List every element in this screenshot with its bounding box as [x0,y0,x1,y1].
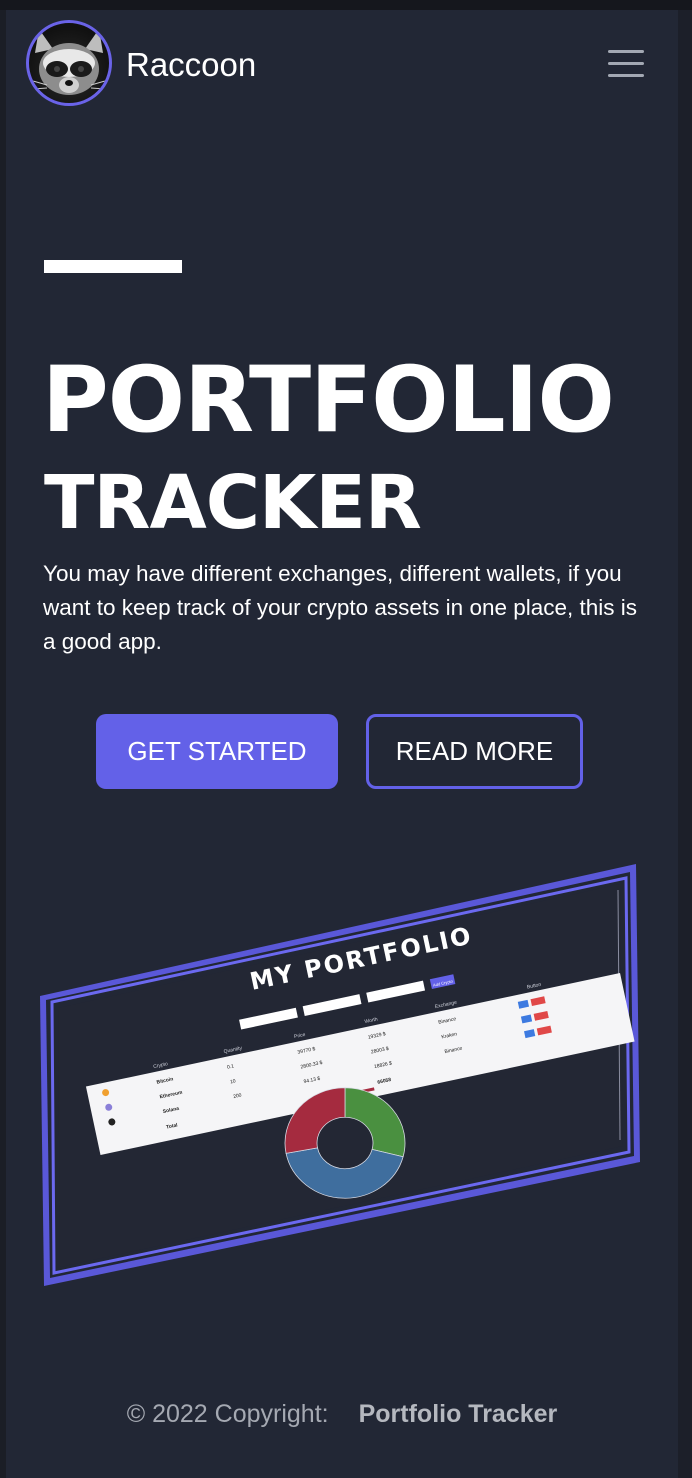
page: Raccoon PORTFOLIO TRACKER You may have d… [6,10,678,1478]
brand-name[interactable]: Raccoon [126,46,256,84]
footer-app-link[interactable]: Portfolio Tracker [359,1400,558,1428]
app-preview-image: MY PORTFOLIO Add Crypto Crypto Quantity Pr… [32,860,652,1300]
hero-title-line2: TRACKER [44,460,422,546]
hero-description: You may have different exchanges, differ… [43,561,638,654]
raccoon-face-icon [32,29,106,95]
footer-copyright: © 2022 Copyright: [126,1400,329,1428]
window-right-edge [678,10,692,1478]
hero-title-line1: PORTFOLIO [42,348,615,453]
footer: © 2022 Copyright: Portfolio Tracker [6,1400,678,1429]
decorative-bar [44,260,182,273]
raccoon-logo-avatar[interactable] [26,20,112,106]
browser-top-edge [0,0,692,10]
get-started-button[interactable]: GET STARTED [96,714,338,789]
hamburger-menu-icon[interactable] [608,50,644,80]
read-more-button[interactable]: READ MORE [366,714,583,789]
